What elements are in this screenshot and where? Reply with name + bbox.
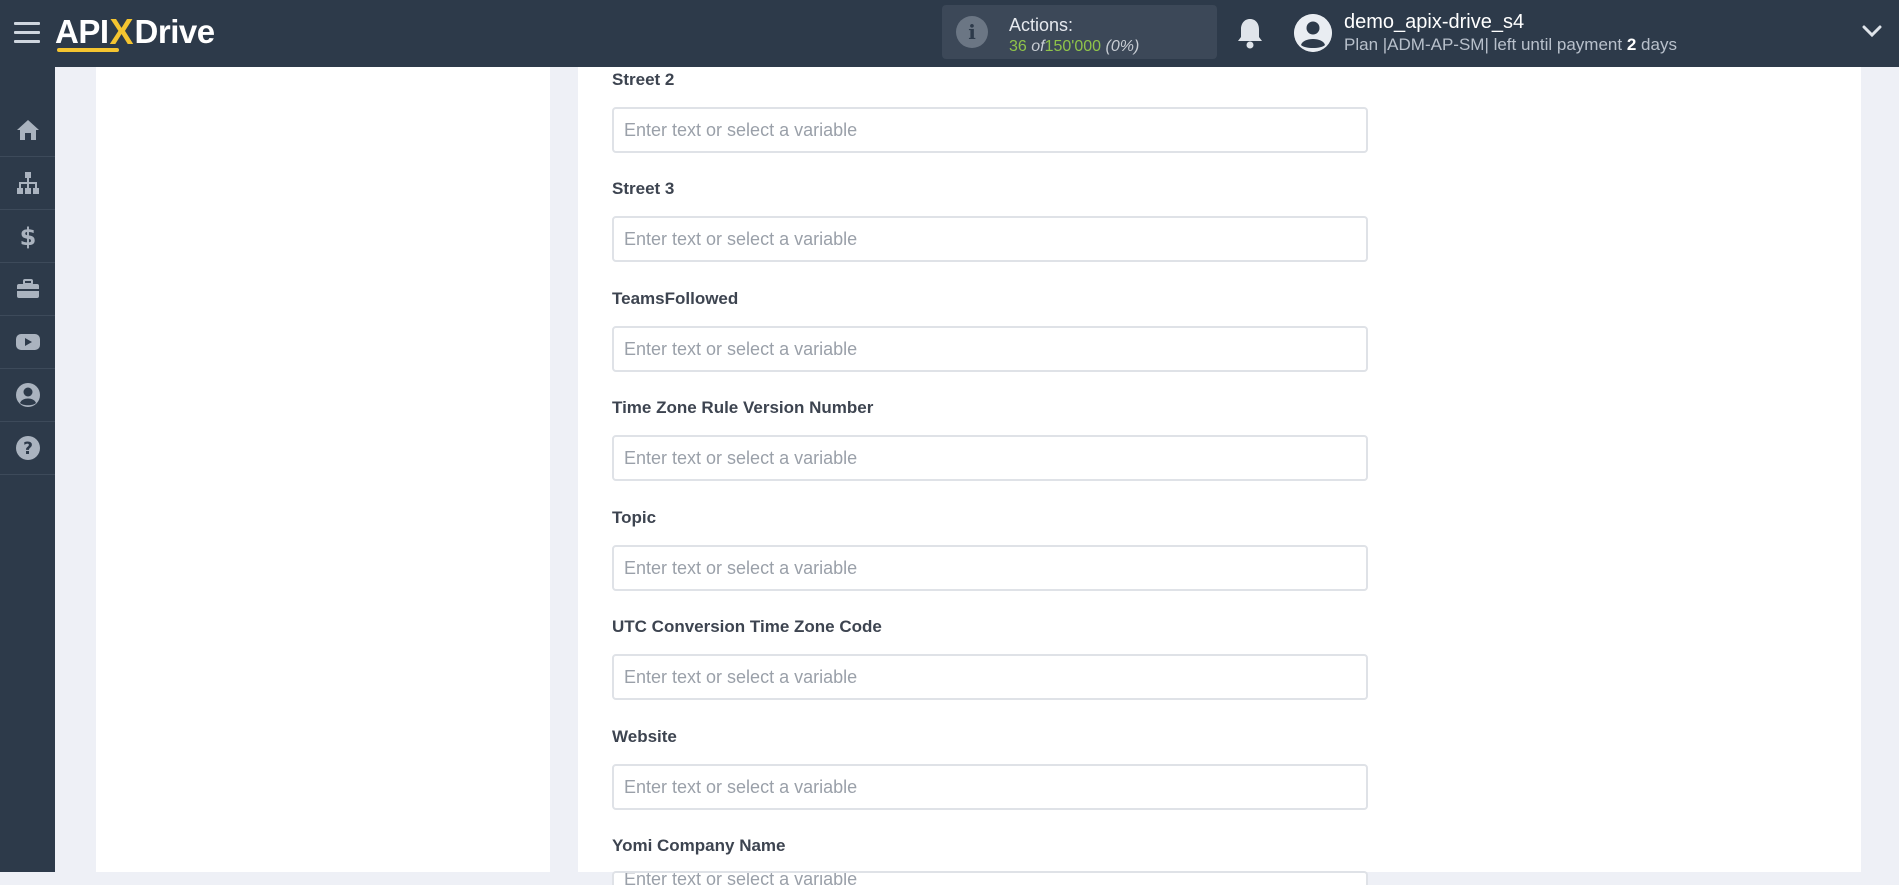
street-3-input[interactable]	[612, 216, 1368, 262]
field-street-2: Street 2	[612, 69, 1368, 153]
sitemap-icon	[16, 172, 39, 194]
time-zone-rule-version-input[interactable]	[612, 435, 1368, 481]
field-topic: Topic	[612, 507, 1368, 591]
sidebar-item-help[interactable]: ?	[0, 422, 55, 475]
actions-label: Actions:	[1009, 15, 1074, 35]
actions-used: 36	[1009, 38, 1027, 55]
notification-bell-icon[interactable]	[1234, 16, 1266, 50]
chevron-down-icon[interactable]	[1862, 24, 1882, 38]
question-circle-icon: ?	[15, 436, 40, 460]
apix-drive-logo[interactable]: API X Drive	[55, 11, 215, 52]
field-label: UTC Conversion Time Zone Code	[612, 617, 882, 636]
field-label: Website	[612, 727, 677, 746]
field-teams-followed: TeamsFollowed	[612, 288, 1368, 372]
sidebar: $ ?	[0, 67, 55, 872]
actions-counter[interactable]: i Actions: 36 of150'000 (0%)	[942, 5, 1217, 59]
user-circle-icon	[15, 383, 40, 407]
sidebar-item-billing[interactable]: $	[0, 210, 55, 263]
field-label: TeamsFollowed	[612, 289, 739, 308]
user-avatar-icon	[1294, 14, 1332, 52]
plan-info: Plan |ADM-AP-SM| left until payment 2 da…	[1344, 35, 1677, 54]
actions-usage: 36 of150'000 (0%)	[1009, 38, 1140, 55]
field-label: Street 2	[612, 70, 675, 89]
teams-followed-input[interactable]	[612, 326, 1368, 372]
svg-text:$: $	[19, 223, 36, 249]
field-street-3: Street 3	[612, 178, 1368, 262]
field-utc-conversion-time-zone: UTC Conversion Time Zone Code	[612, 616, 1368, 700]
youtube-icon	[15, 334, 40, 350]
field-label: Street 3	[612, 179, 675, 198]
yomi-company-name-input[interactable]	[612, 871, 1368, 885]
sidebar-item-home[interactable]	[0, 104, 55, 157]
sidebar-item-services[interactable]	[0, 263, 55, 316]
logo-underline	[57, 48, 119, 52]
left-panel	[96, 67, 550, 872]
days-left: 2	[1626, 35, 1637, 54]
dollar-icon: $	[19, 223, 36, 249]
field-label: Topic	[612, 508, 657, 527]
actions-percent: (0%)	[1105, 38, 1140, 55]
field-time-zone-rule-version: Time Zone Rule Version Number	[612, 397, 1368, 481]
field-label: Yomi Company Name	[612, 836, 786, 855]
website-input[interactable]	[612, 764, 1368, 810]
field-website: Website	[612, 726, 1368, 810]
briefcase-icon	[16, 279, 39, 298]
top-bar: API X Drive i Actions: 36 of150'000 (0%) d…	[0, 0, 1899, 67]
sidebar-item-connections[interactable]	[0, 157, 55, 210]
street-2-input[interactable]	[612, 107, 1368, 153]
field-yomi-company-name: Yomi Company Name	[612, 835, 1368, 885]
username[interactable]: demo_apix-drive_s4	[1344, 11, 1524, 34]
actions-total: 150'000	[1044, 38, 1102, 55]
home-icon	[16, 120, 39, 140]
svg-text:?: ?	[23, 439, 33, 459]
utc-conversion-time-zone-input[interactable]	[612, 654, 1368, 700]
sidebar-item-videos[interactable]	[0, 316, 55, 369]
info-icon: i	[956, 16, 988, 48]
menu-toggle-icon[interactable]	[14, 22, 40, 44]
field-label: Time Zone Rule Version Number	[612, 398, 874, 417]
avatar[interactable]	[1294, 14, 1332, 52]
sidebar-item-profile[interactable]	[0, 369, 55, 422]
topic-input[interactable]	[612, 545, 1368, 591]
